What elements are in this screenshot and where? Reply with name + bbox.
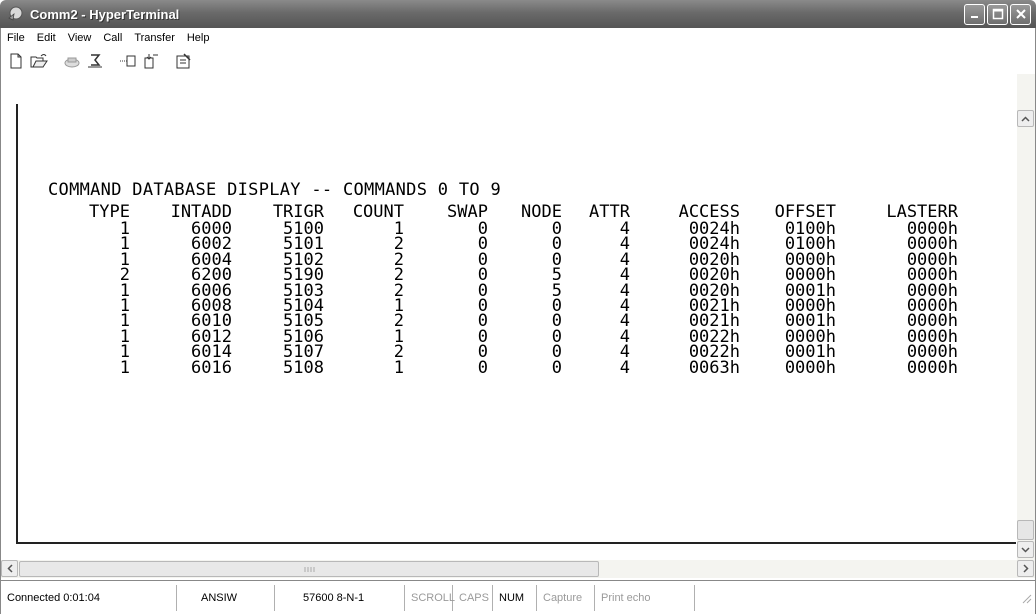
cell-type: 1 [119, 296, 130, 317]
cell-count: 2 [393, 234, 404, 255]
cell-node: 0 [551, 234, 562, 255]
terminal-heading: COMMAND DATABASE DISPLAY -- COMMANDS 0 T… [48, 180, 501, 200]
status-print-echo: Print echo [595, 584, 695, 611]
cell-count: 2 [393, 249, 404, 270]
cell-count: 1 [393, 219, 404, 239]
title-bar[interactable]: Comm2 - HyperTerminal [0, 0, 1036, 28]
disconnect-icon[interactable] [84, 50, 106, 72]
cell-type: 1 [119, 234, 130, 255]
toolbar [0, 48, 1036, 74]
hyperterminal-app-icon[interactable] [6, 5, 24, 23]
column-header-swap: SWAP [447, 202, 488, 222]
cell-offset: 0000h [784, 357, 836, 378]
cell-lasterr: 0000h [906, 357, 958, 378]
window-title: Comm2 - HyperTerminal [30, 6, 180, 22]
send-icon[interactable] [117, 50, 139, 72]
status-capture: Capture [537, 584, 595, 611]
menu-edit[interactable]: Edit [31, 32, 62, 44]
resize-grip-icon[interactable] [1020, 592, 1032, 604]
cell-swap: 0 [477, 326, 488, 347]
status-emulation: ANSIW [177, 584, 275, 611]
horizontal-scrollbar[interactable] [0, 560, 1036, 578]
cell-swap: 0 [477, 342, 488, 363]
properties-icon[interactable] [173, 50, 195, 72]
cell-swap: 0 [477, 219, 488, 239]
receive-icon[interactable] [140, 50, 162, 72]
cell-count: 2 [393, 342, 404, 363]
cell-count: 2 [393, 280, 404, 301]
command-database-table: TYPE INTADD TRIGR COUNT SWAP NODE ATTR A… [0, 202, 958, 378]
cell-type: 1 [119, 311, 130, 332]
cell-node: 5 [551, 280, 562, 301]
open-icon[interactable] [28, 50, 50, 72]
maximize-button[interactable] [987, 3, 1008, 25]
new-icon[interactable] [5, 50, 27, 72]
menu-transfer[interactable]: Transfer [128, 32, 181, 44]
menu-file[interactable]: File [1, 32, 31, 44]
cell-count: 2 [393, 265, 404, 286]
menu-call[interactable]: Call [97, 32, 128, 44]
cell-node: 0 [551, 357, 562, 378]
cell-type: 1 [119, 342, 130, 363]
vertical-scrollbar[interactable] [1017, 74, 1035, 560]
status-caps: CAPS [453, 584, 493, 611]
horizontal-scroll-thumb[interactable] [19, 561, 599, 577]
cell-attr: 4 [619, 357, 630, 378]
scroll-up-button[interactable] [1017, 110, 1034, 127]
cell-count: 1 [393, 326, 404, 347]
status-scroll: SCROLL [405, 584, 455, 611]
cell-swap: 0 [477, 249, 488, 270]
cell-intadd: 6016 [191, 357, 232, 378]
cell-count: 1 [393, 296, 404, 317]
cell-count: 1 [393, 357, 404, 378]
cell-swap: 0 [477, 311, 488, 332]
status-settings: 57600 8-N-1 [275, 584, 405, 611]
cell-type: 2 [119, 265, 130, 286]
column-header-type: TYPE [89, 202, 130, 222]
cell-trigr: 5108 [283, 357, 324, 378]
cell-type: 1 [119, 249, 130, 270]
status-bar: Connected 0:01:04 ANSIW 57600 8-N-1 SCRO… [0, 580, 1036, 614]
cell-swap: 0 [477, 357, 488, 378]
cell-type: 1 [119, 357, 130, 378]
cell-node: 0 [551, 296, 562, 317]
cell-swap: 0 [477, 265, 488, 286]
column-header-count: COUNT [352, 202, 404, 222]
cell-node: 0 [551, 342, 562, 363]
cell-swap: 0 [477, 234, 488, 255]
scroll-left-button[interactable] [1, 560, 18, 577]
cell-node: 5 [551, 265, 562, 286]
cell-node: 0 [551, 249, 562, 270]
close-button[interactable] [1010, 3, 1031, 25]
scroll-right-button[interactable] [1017, 560, 1034, 577]
cell-node: 0 [551, 219, 562, 239]
connect-icon[interactable] [61, 50, 83, 72]
cell-swap: 0 [477, 296, 488, 317]
cell-swap: 0 [477, 280, 488, 301]
status-num: NUM [493, 584, 537, 611]
scroll-down-button[interactable] [1017, 541, 1034, 558]
cell-count: 2 [393, 311, 404, 332]
menu-view[interactable]: View [62, 32, 98, 44]
table-row: 1 6016 5108 1 0 0 4 0063h 0000h 0000h [0, 357, 958, 378]
status-connected: Connected 0:01:04 [1, 584, 177, 611]
cell-type: 1 [119, 326, 130, 347]
cell-access: 0063h [688, 357, 740, 378]
column-header-node: NODE [521, 202, 562, 222]
minimize-button[interactable] [964, 3, 985, 25]
cell-node: 0 [551, 311, 562, 332]
menu-help[interactable]: Help [181, 32, 216, 44]
cell-node: 0 [551, 326, 562, 347]
menu-bar: File Edit View Call Transfer Help [0, 28, 1036, 48]
cell-type: 1 [119, 219, 130, 239]
vertical-scroll-thumb[interactable] [1017, 520, 1034, 540]
cell-type: 1 [119, 280, 130, 301]
